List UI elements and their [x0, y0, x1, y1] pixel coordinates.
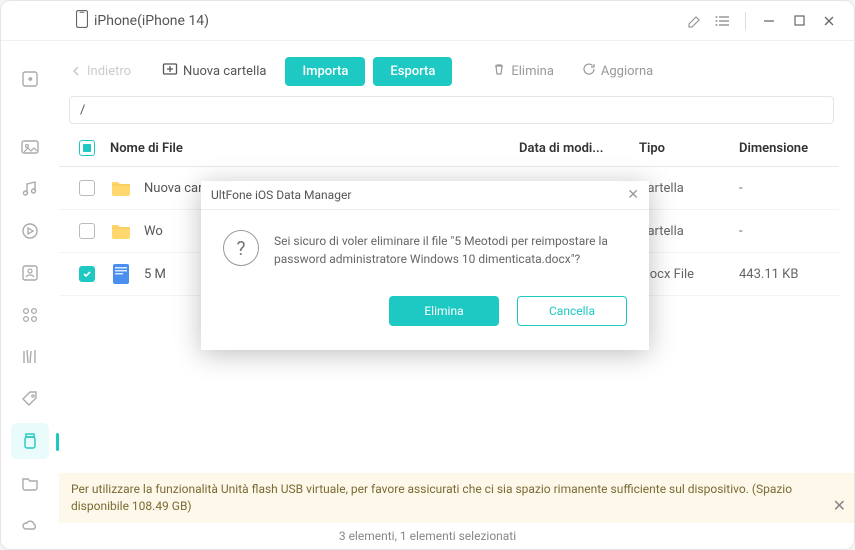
sidebar-item-usb[interactable]: [11, 423, 49, 459]
sidebar: [1, 41, 59, 549]
dialog-message: Sei sicuro di voler eliminare il file "5…: [274, 230, 627, 268]
file-name: 5 M: [144, 267, 166, 282]
file-type: .docx File: [639, 267, 739, 282]
delete-button[interactable]: Elimina: [482, 58, 564, 84]
notice-text: Per utilizzare la funzionalità Unità fla…: [71, 482, 792, 513]
close-button[interactable]: [814, 6, 844, 36]
refresh-label: Aggiorna: [601, 64, 653, 79]
trash-icon: [492, 62, 506, 80]
device-name: iPhone(iPhone 14): [94, 13, 209, 29]
col-date[interactable]: Data di modi...: [519, 141, 639, 156]
status-text: 3 elementi, 1 elementi selezionati: [339, 529, 516, 543]
edit-icon[interactable]: [683, 9, 707, 33]
dialog-confirm-button[interactable]: Elimina: [389, 296, 499, 326]
row-checkbox[interactable]: [79, 180, 95, 196]
dialog-cancel-button[interactable]: Cancella: [517, 296, 627, 326]
import-label: Importa: [302, 64, 348, 79]
sidebar-item-apps[interactable]: [11, 297, 49, 333]
status-bar: 3 elementi, 1 elementi selezionati: [1, 523, 854, 549]
export-button[interactable]: Esporta: [373, 57, 452, 86]
table-header: Nome di File Data di modi... Tipo Dimens…: [59, 130, 839, 167]
file-type: Cartella: [639, 224, 739, 239]
file-size: -: [739, 224, 834, 239]
sidebar-item-photos[interactable]: [11, 129, 49, 165]
new-folder-label: Nuova cartella: [183, 64, 266, 79]
list-icon[interactable]: [711, 9, 735, 33]
dialog-title: UltFone iOS Data Manager: [211, 188, 351, 202]
device-label: iPhone(iPhone 14): [76, 10, 209, 32]
sidebar-item-contacts[interactable]: [11, 255, 49, 291]
import-button[interactable]: Importa: [285, 57, 365, 86]
folder-icon: [110, 220, 132, 242]
refresh-button[interactable]: Aggiorna: [572, 58, 663, 84]
dialog-header: UltFone iOS Data Manager ✕: [201, 181, 649, 210]
maximize-button[interactable]: [784, 6, 814, 36]
sidebar-item-video[interactable]: [11, 213, 49, 249]
question-icon: ?: [223, 230, 259, 266]
folder-icon: [110, 177, 132, 199]
phone-icon: [76, 10, 94, 32]
col-name[interactable]: Nome di File: [105, 141, 519, 156]
path-bar[interactable]: /: [69, 96, 834, 124]
select-all-checkbox[interactable]: [79, 140, 95, 156]
title-bar: iPhone(iPhone 14): [1, 1, 854, 41]
dialog-confirm-label: Elimina: [424, 304, 463, 318]
new-folder-button[interactable]: Nuova cartella: [151, 56, 277, 86]
col-type[interactable]: Tipo: [639, 141, 739, 156]
back-button[interactable]: Indietro: [69, 64, 131, 79]
back-label: Indietro: [87, 64, 131, 79]
sidebar-item-books[interactable]: [11, 339, 49, 375]
refresh-icon: [582, 62, 596, 80]
col-size[interactable]: Dimensione: [739, 141, 834, 156]
row-checkbox[interactable]: [79, 223, 95, 239]
dialog-cancel-label: Cancella: [549, 304, 595, 318]
sidebar-item-home[interactable]: [11, 61, 49, 97]
file-type: Cartella: [639, 181, 739, 196]
confirm-dialog: UltFone iOS Data Manager ✕ ? Sei sicuro …: [201, 181, 649, 350]
sidebar-item-music[interactable]: [11, 171, 49, 207]
sidebar-item-tag[interactable]: [11, 381, 49, 417]
app-window: iPhone(iPhone 14): [0, 0, 855, 550]
path-text: /: [80, 103, 85, 118]
minimize-button[interactable]: [754, 6, 784, 36]
row-checkbox[interactable]: [79, 266, 95, 282]
toolbar: Indietro Nuova cartella Importa Esporta …: [59, 41, 839, 96]
new-folder-icon: [162, 61, 178, 81]
file-name: Wo: [144, 224, 163, 239]
file-size: 443.11 KB: [739, 267, 834, 282]
export-label: Esporta: [390, 64, 435, 79]
dialog-close-icon[interactable]: ✕: [627, 187, 639, 203]
docx-icon: [110, 263, 132, 285]
notice-close-icon[interactable]: ✕: [833, 495, 846, 517]
file-size: -: [739, 181, 834, 196]
sidebar-item-files[interactable]: [11, 465, 49, 501]
notice-banner: Per utilizzare la funzionalità Unità fla…: [59, 473, 854, 523]
delete-label: Elimina: [511, 64, 554, 79]
